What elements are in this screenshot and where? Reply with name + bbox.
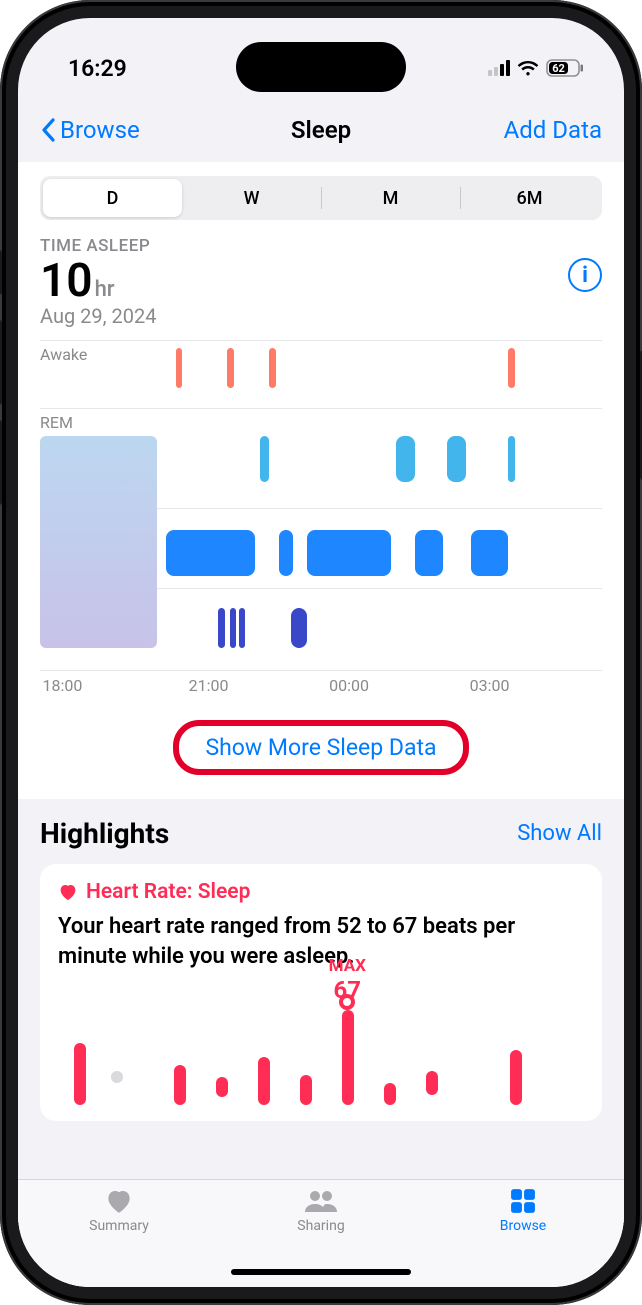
sleep-segment-deep bbox=[218, 608, 225, 648]
value-number: 10 bbox=[40, 254, 93, 308]
people-icon bbox=[303, 1188, 339, 1214]
sleep-segment-rem bbox=[447, 436, 466, 482]
battery-icon: 62 bbox=[546, 59, 584, 77]
device-frame: 16:29 62 Browse bbox=[0, 0, 642, 1305]
sleep-segment-rem bbox=[260, 436, 269, 482]
tutorial-highlight: Show More Sleep Data bbox=[173, 720, 468, 775]
sleep-segment-awake bbox=[508, 348, 514, 388]
sleep-segment-rem bbox=[508, 436, 515, 482]
x-tick: 03:00 bbox=[470, 676, 510, 695]
heart-rate-bar bbox=[258, 1057, 270, 1105]
section-caption: TIME ASLEEP bbox=[40, 236, 157, 256]
heart-rate-bar bbox=[216, 1077, 228, 1097]
heart-rate-description: Your heart rate ranged from 52 to 67 bea… bbox=[58, 912, 584, 971]
highlights-title: Highlights bbox=[40, 817, 169, 850]
x-tick: 00:00 bbox=[329, 676, 369, 695]
tab-label: Sharing bbox=[297, 1218, 344, 1234]
cellular-icon bbox=[488, 60, 510, 76]
show-all-link[interactable]: Show All bbox=[517, 821, 602, 846]
sleep-segment-core bbox=[166, 530, 255, 576]
info-icon: i bbox=[582, 263, 588, 288]
max-marker-dot bbox=[339, 994, 355, 1010]
heart-icon bbox=[58, 883, 78, 901]
heart-rate-bar bbox=[342, 1010, 354, 1105]
segment-six-month[interactable]: 6M bbox=[460, 179, 599, 217]
sleep-segment-core bbox=[415, 530, 443, 576]
sleep-plot-area bbox=[40, 340, 602, 670]
status-right: 62 bbox=[488, 59, 584, 77]
home-indicator[interactable] bbox=[231, 1269, 411, 1275]
sleep-stages-chart[interactable]: Awake REM Core Deep 18:00 21:00 00:00 03… bbox=[40, 340, 602, 700]
sleep-segment-core bbox=[307, 530, 391, 576]
sleep-segment-awake bbox=[176, 348, 182, 388]
sleep-segment-rem bbox=[396, 436, 415, 482]
back-label: Browse bbox=[60, 116, 140, 144]
sleep-segment-awake bbox=[269, 348, 275, 388]
tab-browse[interactable]: Browse bbox=[422, 1188, 624, 1287]
summary-block: TIME ASLEEP 10hr Aug 29, 2024 bbox=[40, 236, 157, 328]
heart-rate-card[interactable]: Heart Rate: Sleep Your heart rate ranged… bbox=[40, 864, 602, 1121]
svg-text:62: 62 bbox=[552, 62, 565, 75]
max-label: MAX bbox=[329, 956, 366, 976]
segment-day[interactable]: D bbox=[43, 179, 182, 217]
heart-rate-bar bbox=[300, 1075, 312, 1105]
status-time: 16:29 bbox=[68, 55, 127, 82]
segment-week[interactable]: W bbox=[182, 179, 321, 217]
sleep-segment-awake bbox=[227, 348, 233, 388]
side-button bbox=[0, 250, 2, 295]
grid-icon bbox=[509, 1188, 537, 1214]
heart-rate-bar bbox=[111, 1071, 123, 1083]
heart-rate-bar bbox=[510, 1050, 522, 1105]
tab-summary[interactable]: Summary bbox=[18, 1188, 220, 1287]
dynamic-island bbox=[236, 42, 406, 92]
sleep-segment-deep bbox=[291, 608, 307, 648]
wifi-icon bbox=[516, 59, 540, 77]
heart-icon bbox=[104, 1188, 134, 1214]
show-more-sleep-data-button[interactable]: Show More Sleep Data bbox=[189, 728, 452, 767]
segment-month[interactable]: M bbox=[321, 179, 460, 217]
time-range-segmented-control[interactable]: D W M 6M bbox=[40, 176, 602, 220]
heart-rate-chart: MAX67 bbox=[58, 985, 584, 1105]
back-button[interactable]: Browse bbox=[40, 116, 140, 144]
info-button[interactable]: i bbox=[568, 258, 602, 292]
heart-rate-bar bbox=[174, 1065, 186, 1105]
add-data-button[interactable]: Add Data bbox=[504, 116, 602, 144]
sleep-segment-core bbox=[279, 530, 293, 576]
tab-label: Summary bbox=[89, 1218, 149, 1234]
content: D W M 6M TIME ASLEEP 10hr Aug 29, 2024 i bbox=[18, 162, 624, 1287]
heart-rate-bar bbox=[426, 1071, 438, 1095]
volume-up-button bbox=[0, 320, 2, 405]
heart-rate-bar bbox=[74, 1043, 86, 1105]
x-tick: 21:00 bbox=[189, 676, 229, 695]
heart-rate-tag: Heart Rate: Sleep bbox=[86, 880, 250, 904]
nav-bar: Browse Sleep Add Data bbox=[18, 98, 624, 162]
x-tick: 18:00 bbox=[43, 676, 83, 695]
volume-down-button bbox=[0, 420, 2, 505]
sleep-segment-deep bbox=[239, 608, 245, 648]
chevron-left-icon bbox=[40, 118, 56, 142]
heart-rate-bar bbox=[384, 1083, 396, 1105]
sleep-segment-deep bbox=[230, 608, 236, 648]
time-asleep-value: 10hr bbox=[40, 258, 157, 304]
screen: 16:29 62 Browse bbox=[18, 18, 624, 1287]
sleep-segment-core bbox=[471, 530, 508, 576]
value-unit: hr bbox=[95, 277, 115, 302]
tab-label: Browse bbox=[500, 1218, 546, 1234]
summary-date: Aug 29, 2024 bbox=[40, 304, 157, 328]
